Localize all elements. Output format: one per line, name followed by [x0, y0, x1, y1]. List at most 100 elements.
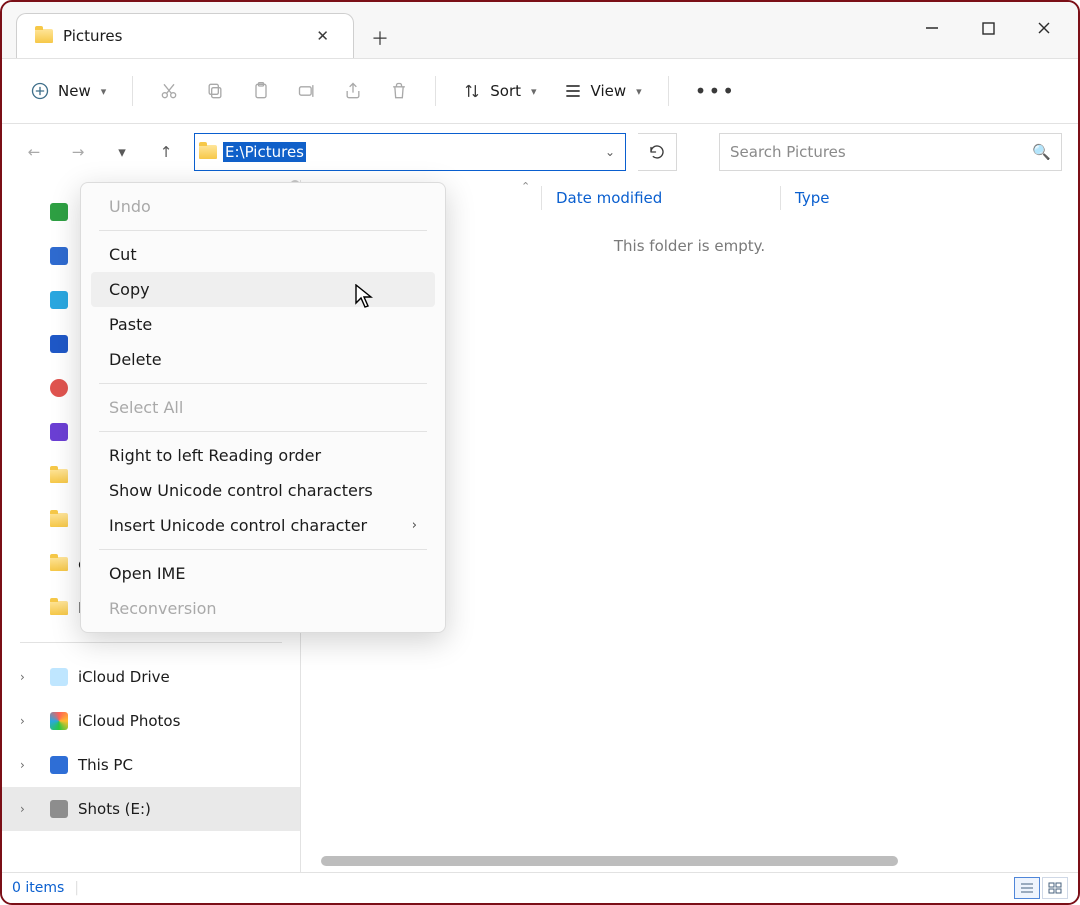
this-pc-icon [50, 756, 68, 774]
music-icon [50, 379, 68, 397]
share-button[interactable] [333, 75, 373, 107]
expand-icon[interactable]: › [20, 802, 25, 816]
context-item-label: Insert Unicode control character [109, 516, 367, 535]
refresh-icon [648, 143, 666, 161]
separator [99, 383, 427, 384]
sort-button[interactable]: Sort ▾ [452, 75, 546, 107]
minimize-icon [925, 21, 939, 35]
tab-pictures[interactable]: Pictures ✕ [16, 13, 354, 58]
status-bar: 0 items | [2, 872, 1078, 903]
context-cut[interactable]: Cut [91, 237, 435, 272]
context-delete[interactable]: Delete [91, 342, 435, 377]
context-undo: Undo [91, 189, 435, 224]
forward-button[interactable]: → [62, 136, 94, 168]
documents-icon [50, 247, 68, 265]
chevron-down-icon: ▾ [118, 143, 126, 161]
drive-icon [50, 800, 68, 818]
clipboard-icon [251, 81, 271, 101]
sidebar-item-this-pc[interactable]: › This PC [2, 743, 300, 787]
sidebar-item-icloud-photos[interactable]: › iCloud Photos [2, 699, 300, 743]
context-show-unicode[interactable]: Show Unicode control characters [91, 473, 435, 508]
separator [99, 230, 427, 231]
context-reconversion: Reconversion [91, 591, 435, 626]
share-icon [343, 81, 363, 101]
address-history-button[interactable]: ⌄ [595, 145, 625, 159]
expand-icon[interactable]: › [20, 714, 25, 728]
context-rtl[interactable]: Right to left Reading order [91, 438, 435, 473]
new-button[interactable]: New ▾ [20, 75, 116, 107]
back-button[interactable]: ← [18, 136, 50, 168]
window-controls [904, 2, 1072, 54]
sort-label: Sort [490, 82, 521, 100]
view-toggle [1014, 877, 1068, 899]
videos-icon [50, 423, 68, 441]
copy-icon [205, 81, 225, 101]
file-explorer-window: Pictures ✕ ＋ New ▾ [0, 0, 1080, 905]
toolbar: New ▾ Sort ▾ View ▾ [2, 58, 1078, 124]
titlebar: Pictures ✕ ＋ [2, 2, 1078, 58]
sidebar-item-label: This PC [78, 756, 133, 774]
context-paste[interactable]: Paste [91, 307, 435, 342]
copy-button[interactable] [195, 75, 235, 107]
address-bar[interactable]: E:\Pictures ⌄ [194, 133, 626, 171]
arrow-up-icon: ↑ [160, 143, 173, 161]
separator [99, 431, 427, 432]
close-button[interactable] [1016, 2, 1072, 54]
folder-icon [199, 145, 217, 159]
grid-icon [1048, 882, 1062, 894]
context-menu: Undo Cut Copy Paste Delete Select All Ri… [80, 182, 446, 633]
refresh-button[interactable] [638, 133, 677, 171]
close-icon [1037, 21, 1051, 35]
cut-button[interactable] [149, 75, 189, 107]
cloud-icon [50, 668, 68, 686]
thumbnails-view-button[interactable] [1042, 877, 1068, 899]
delete-button[interactable] [379, 75, 419, 107]
context-open-ime[interactable]: Open IME [91, 556, 435, 591]
separator [20, 642, 282, 643]
separator [435, 76, 436, 106]
column-label: Date modified [556, 189, 662, 207]
minimize-button[interactable] [904, 2, 960, 54]
expand-icon[interactable]: › [20, 670, 25, 684]
status-item-count: 0 items [12, 880, 64, 896]
context-copy[interactable]: Copy [91, 272, 435, 307]
arrow-right-icon: → [72, 143, 85, 161]
maximize-button[interactable] [960, 2, 1016, 54]
chevron-down-icon: ▾ [531, 85, 537, 98]
folder-icon [35, 29, 53, 43]
paste-button[interactable] [241, 75, 281, 107]
details-view-button[interactable] [1014, 877, 1040, 899]
tab-close-button[interactable]: ✕ [310, 23, 335, 49]
arrow-left-icon: ← [28, 143, 41, 161]
column-type[interactable]: Type [780, 186, 843, 210]
list-icon [1020, 882, 1034, 894]
sidebar-item-shots-e[interactable]: › Shots (E:) [2, 787, 300, 831]
folder-icon [50, 469, 68, 483]
recent-locations-button[interactable]: ▾ [106, 136, 138, 168]
sort-caret-icon: ⌃ [521, 180, 530, 193]
address-path[interactable]: E:\Pictures [223, 142, 306, 162]
plus-circle-icon [30, 81, 50, 101]
folder-icon [50, 601, 68, 615]
address-row: ← → ▾ ↑ E:\Pictures ⌄ Search Pictures 🔍 [2, 124, 1078, 180]
view-button[interactable]: View ▾ [553, 75, 652, 107]
pictures-icon [50, 291, 68, 309]
separator [668, 76, 669, 106]
column-name-sort[interactable]: ⌃ [531, 186, 541, 210]
rename-button[interactable] [287, 75, 327, 107]
more-button[interactable]: ••• [685, 73, 746, 109]
expand-icon[interactable]: › [20, 758, 25, 772]
up-button[interactable]: ↑ [150, 136, 182, 168]
search-box[interactable]: Search Pictures 🔍 [719, 133, 1062, 171]
column-date-modified[interactable]: Date modified [541, 186, 780, 210]
scissors-icon [159, 81, 179, 101]
view-list-icon [563, 81, 583, 101]
content-scrollbar[interactable] [321, 856, 898, 866]
search-placeholder: Search Pictures [730, 143, 1032, 161]
submenu-arrow-icon: › [412, 518, 417, 533]
view-label: View [591, 82, 627, 100]
downloads-icon [50, 203, 68, 221]
context-insert-unicode[interactable]: Insert Unicode control character › [91, 508, 435, 543]
sidebar-item-icloud-drive[interactable]: › iCloud Drive [2, 655, 300, 699]
new-tab-button[interactable]: ＋ [360, 18, 400, 58]
